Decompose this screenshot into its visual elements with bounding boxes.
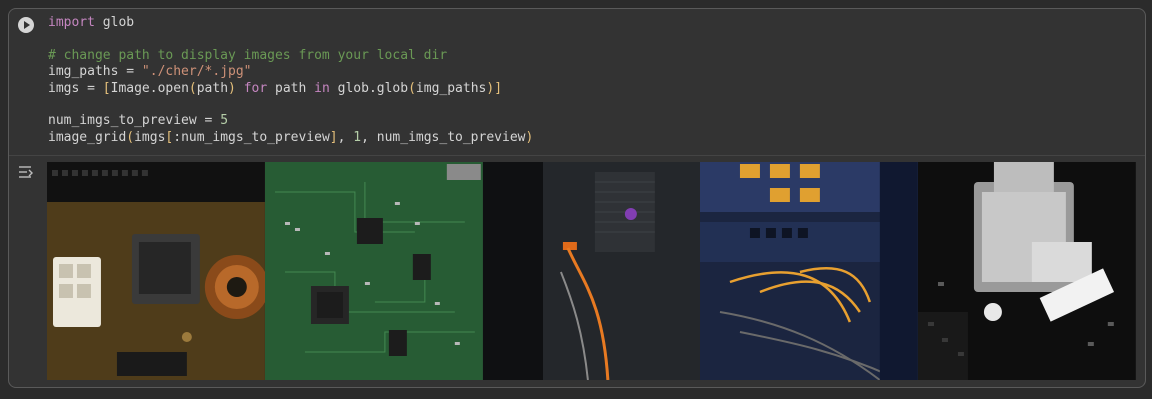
code-token: img_paths = [48, 64, 142, 80]
code-token: for [243, 80, 268, 96]
code-token: ] [494, 80, 503, 96]
code-token: import [48, 15, 95, 30]
code-line: # change path to display images from you… [48, 48, 533, 64]
output-toggle-button[interactable] [17, 164, 35, 180]
code-token: img_paths [415, 80, 487, 96]
code-token: glob.glob [329, 80, 409, 96]
cell-divider [9, 155, 1145, 156]
code-token: :num_imgs_to_preview [173, 129, 330, 145]
code-token: path [267, 80, 315, 96]
run-cell-button[interactable] [18, 17, 34, 33]
code-token: , [337, 129, 354, 145]
code-token: , num_imgs_to_preview [361, 129, 526, 145]
code-token: 1 [353, 129, 362, 145]
code-token: ( [408, 80, 416, 96]
code-token: ] [329, 129, 338, 145]
code-token: num_imgs_to_preview = [48, 113, 221, 129]
code-line: import glob [48, 15, 533, 31]
code-line: img_paths = "./cher/*.jpg" [48, 64, 533, 80]
code-token: glob [94, 15, 135, 30]
code-token: imgs = [48, 80, 103, 96]
play-icon [24, 21, 30, 29]
code-line: imgs = [Image.open(path) for path in glo… [48, 81, 533, 97]
image-tile-usb-port [918, 162, 1136, 380]
code-token: ) [525, 129, 534, 145]
code-token: path [196, 80, 229, 96]
code-token: ) [228, 80, 236, 96]
image-tile-power-board [47, 162, 265, 380]
image-tile-circuit-board [264, 162, 483, 380]
image-tile-rack-cables [700, 162, 919, 380]
code-editor[interactable]: import glob # change path to display ima… [48, 15, 533, 146]
output-image-grid [47, 162, 1136, 380]
code-token: imgs [134, 129, 166, 145]
code-token: # change path to display images from you… [48, 47, 448, 63]
code-token: [ [102, 80, 111, 96]
code-token: image_grid [48, 129, 127, 145]
code-line: num_imgs_to_preview = 5 [48, 113, 533, 129]
code-line: image_grid(imgs[:num_imgs_to_preview], 1… [48, 130, 533, 146]
image-tile-server-cables [482, 162, 701, 380]
code-token: 5 [220, 113, 229, 129]
code-token: in [314, 80, 330, 96]
code-token: ( [188, 80, 197, 96]
code-token: Image.open [110, 80, 189, 96]
code-token: "./cher/*.jpg" [141, 64, 252, 80]
output-toggle-icon [19, 166, 33, 178]
code-token: ( [126, 129, 135, 145]
code-cell[interactable]: import glob # change path to display ima… [8, 8, 1146, 388]
